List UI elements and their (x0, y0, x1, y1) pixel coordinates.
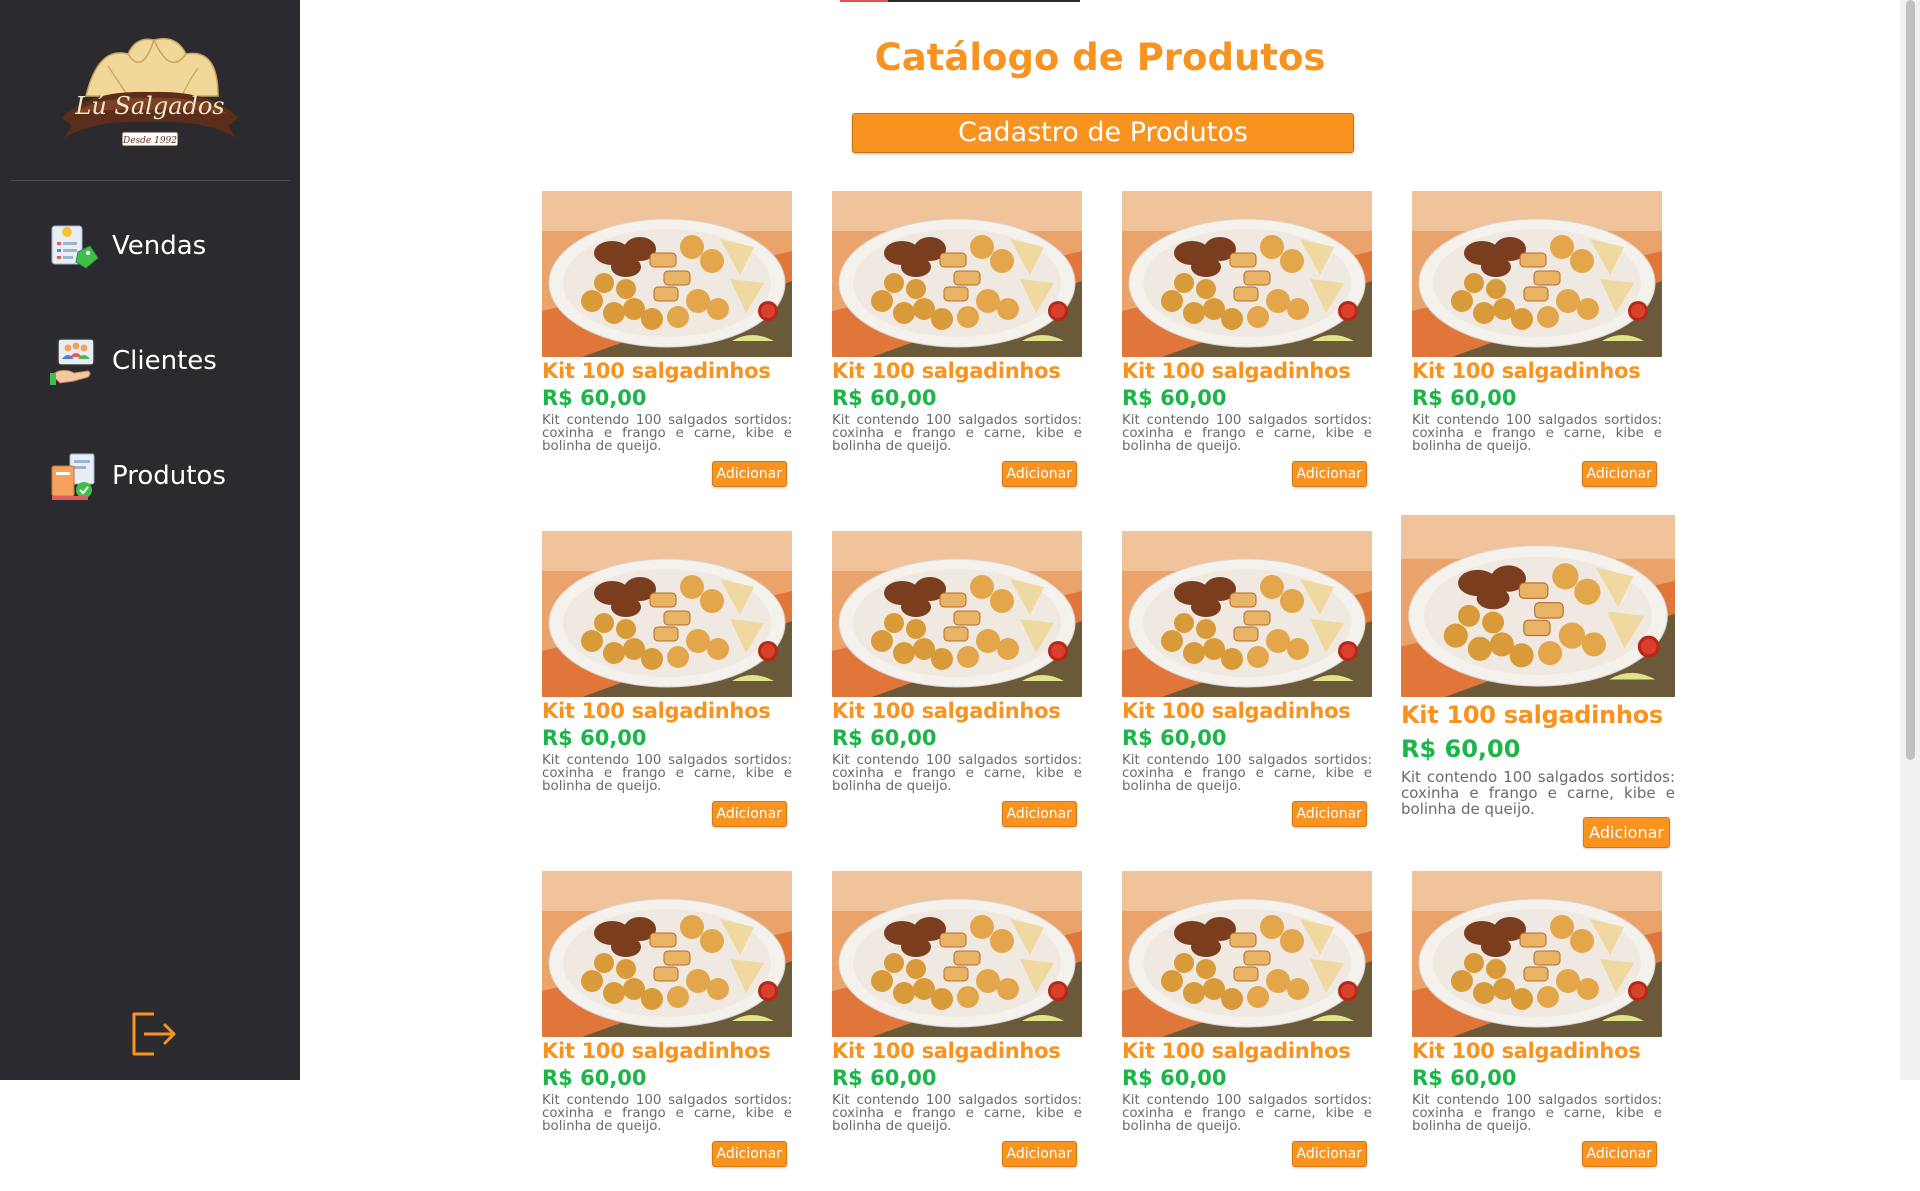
product-card: Kit 100 salgadinhos R$ 60,00 Kit contend… (1122, 191, 1372, 511)
page-title: Catálogo de Produtos (874, 36, 1326, 79)
product-image (542, 191, 792, 357)
product-description: Kit contendo 100 salgados sortidos: coxi… (1412, 1093, 1662, 1134)
product-name: Kit 100 salgadinhos (1401, 701, 1663, 729)
top-strip-accent (840, 0, 888, 2)
add-to-cart-button[interactable]: Adicionar (1581, 1141, 1657, 1167)
product-price: R$ 60,00 (542, 726, 647, 750)
add-to-cart-button[interactable]: Adicionar (1001, 461, 1077, 487)
add-to-cart-button[interactable]: Adicionar (711, 1141, 787, 1167)
product-grid: Kit 100 salgadinhos R$ 60,00 Kit contend… (542, 191, 1692, 1167)
product-image (542, 531, 792, 697)
sidebar-item-produtos[interactable]: Produtos (48, 446, 278, 506)
sidebar-item-label: Produtos (112, 461, 226, 491)
product-description: Kit contendo 100 salgados sortidos: coxi… (1401, 768, 1675, 818)
product-description: Kit contendo 100 salgados sortidos: coxi… (542, 753, 792, 794)
product-price: R$ 60,00 (1122, 1066, 1227, 1090)
sidebar: Lú Salgados Desde 1992 Vendas Clientes P… (0, 0, 300, 1080)
add-to-cart-button[interactable]: Adicionar (1001, 801, 1077, 827)
product-description: Kit contendo 100 salgados sortidos: coxi… (832, 753, 1082, 794)
add-to-cart-button[interactable]: Adicionar (1583, 817, 1670, 848)
product-price: R$ 60,00 (1412, 1066, 1517, 1090)
product-card: Kit 100 salgadinhos R$ 60,00 Kit contend… (1122, 871, 1372, 1191)
product-name: Kit 100 salgadinhos (832, 699, 1061, 723)
product-price: R$ 60,00 (542, 386, 647, 410)
product-price: R$ 60,00 (1122, 386, 1227, 410)
logo-image: Lú Salgados Desde 1992 (62, 37, 238, 147)
product-card: Kit 100 salgadinhos R$ 60,00 Kit contend… (832, 191, 1082, 511)
product-card: Kit 100 salgadinhos R$ 60,00 Kit contend… (542, 191, 792, 511)
product-image (832, 191, 1082, 357)
product-description: Kit contendo 100 salgados sortidos: coxi… (542, 1093, 792, 1134)
product-name: Kit 100 salgadinhos (832, 359, 1061, 383)
sidebar-divider (10, 180, 290, 181)
product-price: R$ 60,00 (1401, 735, 1521, 763)
product-image (1122, 871, 1372, 1037)
product-name: Kit 100 salgadinhos (1122, 1039, 1351, 1063)
sidebar-item-clientes[interactable]: Clientes (48, 331, 278, 391)
sidebar-item-label: Clientes (112, 346, 217, 376)
product-price: R$ 60,00 (832, 726, 937, 750)
main-content: Catálogo de Produtos Cadastro de Produto… (300, 0, 1900, 1167)
product-card: Kit 100 salgadinhos R$ 60,00 Kit contend… (542, 531, 792, 851)
product-description: Kit contendo 100 salgados sortidos: coxi… (1412, 413, 1662, 454)
add-to-cart-button[interactable]: Adicionar (711, 461, 787, 487)
logout-icon (132, 1012, 176, 1056)
clients-icon (50, 338, 95, 385)
add-to-cart-button[interactable]: Adicionar (1581, 461, 1657, 487)
product-image (1401, 515, 1675, 697)
product-price: R$ 60,00 (1122, 726, 1227, 750)
logout-button[interactable] (128, 1008, 178, 1060)
product-image (832, 871, 1082, 1037)
sales-receipt-icon (51, 225, 99, 269)
product-price: R$ 60,00 (542, 1066, 647, 1090)
product-name: Kit 100 salgadinhos (1412, 1039, 1641, 1063)
sidebar-item-label: Vendas (112, 231, 207, 261)
add-to-cart-button[interactable]: Adicionar (711, 801, 787, 827)
brand-logo[interactable]: Lú Salgados Desde 1992 (58, 26, 242, 154)
product-description: Kit contendo 100 salgados sortidos: coxi… (1122, 753, 1372, 794)
product-description: Kit contendo 100 salgados sortidos: coxi… (1122, 413, 1372, 454)
product-name: Kit 100 salgadinhos (542, 359, 771, 383)
add-to-cart-button[interactable]: Adicionar (1291, 1141, 1367, 1167)
product-image (1122, 191, 1372, 357)
product-name: Kit 100 salgadinhos (542, 699, 771, 723)
product-card: Kit 100 salgadinhos R$ 60,00 Kit contend… (1401, 515, 1675, 848)
add-to-cart-button[interactable]: Adicionar (1291, 461, 1367, 487)
product-description: Kit contendo 100 salgados sortidos: coxi… (832, 413, 1082, 454)
products-icon (51, 453, 95, 500)
product-name: Kit 100 salgadinhos (1122, 699, 1351, 723)
register-products-button[interactable]: Cadastro de Produtos (852, 113, 1354, 153)
product-description: Kit contendo 100 salgados sortidos: coxi… (832, 1093, 1082, 1134)
product-image (1412, 191, 1662, 357)
product-image (1412, 871, 1662, 1037)
product-name: Kit 100 salgadinhos (1122, 359, 1351, 383)
product-description: Kit contendo 100 salgados sortidos: coxi… (542, 413, 792, 454)
product-name: Kit 100 salgadinhos (542, 1039, 771, 1063)
product-card: Kit 100 salgadinhos R$ 60,00 Kit contend… (542, 871, 792, 1191)
product-name: Kit 100 salgadinhos (1412, 359, 1641, 383)
add-to-cart-button[interactable]: Adicionar (1291, 801, 1367, 827)
product-card: Kit 100 salgadinhos R$ 60,00 Kit contend… (1122, 531, 1372, 851)
logo-brand-text: Lú Salgados (74, 92, 224, 120)
product-card: Kit 100 salgadinhos R$ 60,00 Kit contend… (832, 871, 1082, 1191)
scrollbar-thumb[interactable] (1906, 0, 1915, 760)
product-image (1122, 531, 1372, 697)
add-to-cart-button[interactable]: Adicionar (1001, 1141, 1077, 1167)
product-card: Kit 100 salgadinhos R$ 60,00 Kit contend… (1412, 871, 1662, 1191)
product-image (542, 871, 792, 1037)
product-price: R$ 60,00 (832, 1066, 937, 1090)
product-card: Kit 100 salgadinhos R$ 60,00 Kit contend… (1412, 191, 1662, 511)
product-description: Kit contendo 100 salgados sortidos: coxi… (1122, 1093, 1372, 1134)
product-image (832, 531, 1082, 697)
page-scrollbar[interactable] (1900, 0, 1920, 1080)
logo-since-text: Desde 1992 (122, 136, 177, 146)
sidebar-item-vendas[interactable]: Vendas (48, 216, 278, 276)
product-price: R$ 60,00 (832, 386, 937, 410)
product-price: R$ 60,00 (1412, 386, 1517, 410)
product-name: Kit 100 salgadinhos (832, 1039, 1061, 1063)
product-card: Kit 100 salgadinhos R$ 60,00 Kit contend… (832, 531, 1082, 851)
